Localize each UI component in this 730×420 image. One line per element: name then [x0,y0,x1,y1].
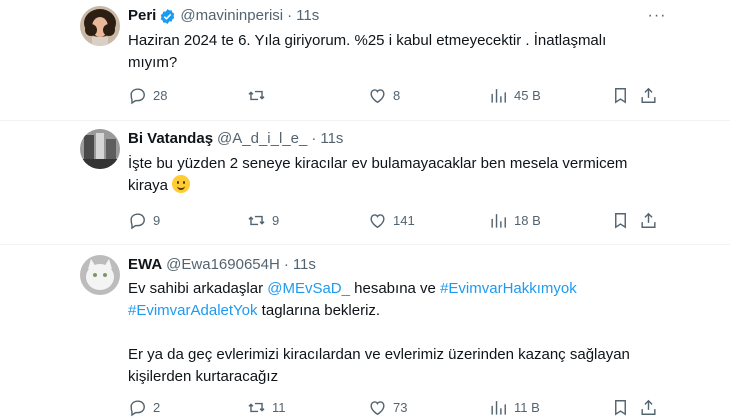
reply-icon [130,399,145,416]
reply-icon [130,212,145,229]
tweet[interactable]: EWA @Ewa1690654H · 11s Ev sahibi arkadaş… [0,245,730,420]
tweet-text: İşte bu yüzden 2 seneye kiracılar ev bul… [128,153,668,197]
timestamp[interactable]: 11s [320,129,343,149]
tweet-text-fragment: kiraya [128,177,169,194]
retweet-button[interactable] [247,84,272,106]
avatar[interactable] [80,6,120,46]
views-button[interactable]: 18 B [489,209,541,231]
like-icon [370,400,385,415]
action-bar: 9 9 141 18 B [128,209,668,231]
tweet-text-fragment: taglarına bekleriz. [257,302,381,319]
separator-dot: · [283,256,289,273]
avatar[interactable] [80,255,120,295]
reply-icon [130,87,145,104]
display-name[interactable]: EWA [128,255,162,275]
display-name[interactable]: Bi Vatandaş [128,129,213,149]
bookmark-icon [615,87,626,104]
retweet-button[interactable]: 9 [247,209,279,231]
views-button[interactable]: 11 B [489,396,540,418]
tweet[interactable]: Peri @mavininperisi · 11s ··· Haziran 20… [0,0,730,121]
retweet-icon [248,215,265,225]
bookmark-button[interactable] [611,396,630,418]
like-button[interactable]: 141 [368,209,415,231]
tweet-text-line: mıyım? [128,54,178,71]
reply-count: 2 [153,399,161,415]
tweet-text-line: Haziran 2024 te 6. Yıla giriyorum. %25 i… [128,32,607,49]
retweet-icon [248,90,265,100]
separator-dot: · [311,130,317,147]
reply-count: 28 [153,87,168,103]
share-icon [641,399,656,415]
views-icon [491,213,506,228]
tweet-header: Bi Vatandaş @A_d_i_l_e_ · 11s [128,129,343,149]
like-button[interactable]: 73 [368,396,407,418]
hashtag-link[interactable]: #EvimvarAdaletYok [128,302,258,319]
tweet-text-line: Er ya da geç evlerimizi kiracılardan ve … [128,346,630,363]
verified-badge-icon [159,8,176,25]
views-icon [491,400,506,415]
tweet-text-line: kişilerden kurtaracağız [128,368,279,385]
action-bar: 28 8 45 B [128,84,668,106]
retweet-icon [248,402,265,412]
reply-count: 9 [153,212,161,228]
views-icon [491,88,506,103]
avatar[interactable] [80,129,120,169]
retweet-button[interactable]: 11 [247,396,286,418]
share-button[interactable] [639,209,658,231]
bookmark-icon [615,399,626,416]
tweet-text-line: İşte bu yüzden 2 seneye kiracılar ev bul… [128,155,628,172]
reply-button[interactable]: 2 [128,396,160,418]
tweet-text: Ev sahibi arkadaşlar @MEvSaD_ hesabına v… [128,278,668,388]
views-count: 18 B [514,212,541,228]
handle[interactable]: @mavininperisi [180,6,283,26]
separator-dot: · [287,7,293,24]
hashtag-link[interactable]: #EvimvarHakkımyok [440,280,577,297]
reply-button[interactable]: 9 [128,209,160,231]
tweet-text: Haziran 2024 te 6. Yıla giriyorum. %25 i… [128,30,668,74]
like-icon [370,88,385,103]
more-icon[interactable]: ··· [647,8,667,30]
like-count: 141 [393,212,415,228]
views-count: 45 B [514,87,541,103]
tweet-text-line: kiraya [128,175,668,197]
views-button[interactable]: 45 B [489,84,541,106]
timestamp[interactable]: 11s [293,255,316,275]
timeline: Peri @mavininperisi · 11s ··· Haziran 20… [0,0,730,420]
bookmark-button[interactable] [611,209,630,231]
bookmark-button[interactable] [611,84,630,106]
retweet-count: 11 [272,399,286,415]
like-button[interactable]: 8 [368,84,400,106]
share-icon [641,212,656,228]
tweet-text-fragment: hesabına ve [349,280,441,297]
timestamp[interactable]: 11s [296,6,319,26]
action-bar: 2 11 73 11 B [128,396,668,418]
tweet-text-line: #EvimvarAdaletYok taglarına bekleriz. [128,300,668,322]
mention-link[interactable]: @MEvSaD_ [267,280,350,297]
tweet-text-line: Ev sahibi arkadaşlar @MEvSaD_ hesabına v… [128,278,668,300]
like-count: 8 [393,87,401,103]
share-button[interactable] [639,396,658,418]
tweet-text-fragment: Ev sahibi arkadaşlar [128,280,268,297]
handle[interactable]: @Ewa1690654H [166,255,280,275]
like-icon [370,213,385,228]
bookmark-icon [615,212,626,229]
reply-button[interactable]: 28 [128,84,167,106]
display-name[interactable]: Peri [128,6,156,26]
share-button[interactable] [639,84,658,106]
retweet-count: 9 [272,212,280,228]
like-count: 73 [393,399,408,415]
tweet-header: Peri @mavininperisi · 11s [128,6,319,26]
views-count: 11 B [514,399,540,415]
share-icon [641,87,656,103]
tweet-header: EWA @Ewa1690654H · 11s [128,255,316,275]
smiley-emoji-icon [172,175,191,193]
tweet[interactable]: Bi Vatandaş @A_d_i_l_e_ · 11s İşte bu yü… [0,121,730,245]
handle[interactable]: @A_d_i_l_e_ [217,129,307,149]
